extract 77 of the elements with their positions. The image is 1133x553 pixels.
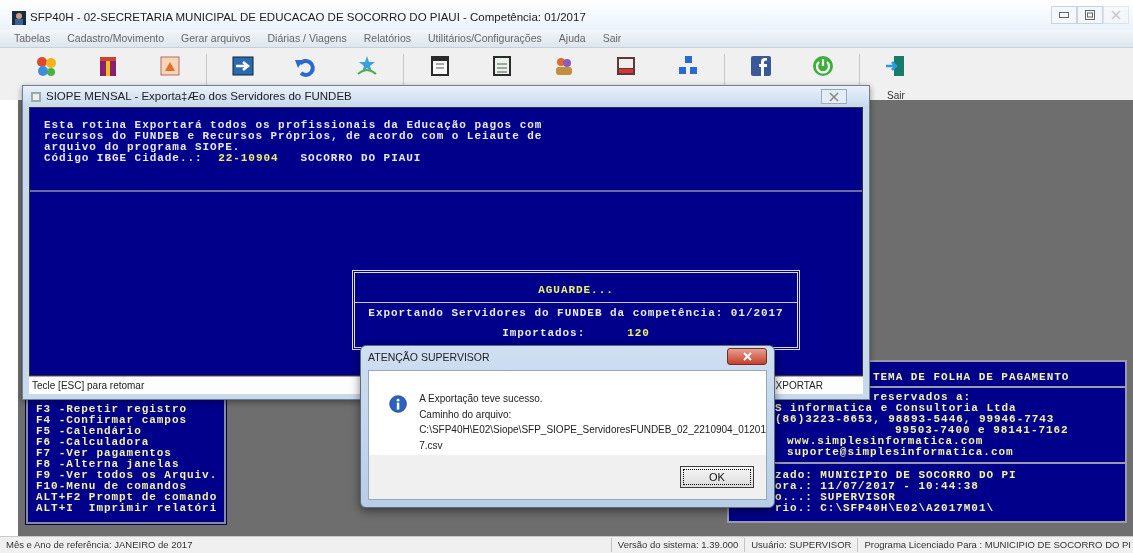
minimize-icon [1059, 12, 1069, 18]
maximize-icon [1085, 10, 1095, 20]
action-label: XPORTAR [775, 379, 823, 393]
menu-item[interactable]: Ajuda [558, 30, 586, 47]
window-icon [31, 91, 41, 102]
intro-text: arquivo do programa SIOPE. [44, 142, 242, 153]
message-text: 7.csv [419, 438, 444, 453]
maximize-button[interactable] [1077, 6, 1103, 24]
people-icon [34, 54, 58, 78]
ibge-label: Código IBGE Cidade..: [44, 153, 204, 164]
city-name: SOCORRO DO PIAUI [300, 153, 422, 164]
session-info-line: o...: SUPERVISOR [775, 492, 897, 503]
close-icon [829, 91, 839, 102]
menu-item[interactable]: Relatórios [363, 30, 411, 47]
intro-text: Esta rotina Exportará todos os profissionais da Educação pagos com [44, 120, 544, 131]
window-title: SFP40H - 02-SECRETARIA MUNICIPAL DE EDUCACAO DE SOCORRO DO PIAUI - Competência: 01/2017 [30, 10, 586, 26]
toolbar-button[interactable] [749, 54, 773, 78]
status-text: Versão do sistema: 1.39.000 [611, 537, 746, 553]
progress-title: AGUARDE... [538, 285, 614, 296]
panel-header: TEMA DE FOLHA DE PAGAMENTO [873, 372, 1071, 383]
company-info-line: suporte@simplesinformatica.com [786, 447, 1015, 458]
menu-item[interactable]: Diárias / Viagens [267, 30, 347, 47]
company-info-line: S informatica e Consultoria Ltda [775, 403, 1018, 414]
shortcut-line: F8 -Alterna janelas [36, 459, 181, 470]
menu-item[interactable]: Tabelas [14, 30, 51, 47]
shortcut-line: F5 -Calendário [36, 426, 143, 437]
message-text: A Exportação teve sucesso. [419, 392, 544, 406]
shortcut-line: ALT+I Imprimir relatóri [36, 503, 219, 514]
menu-item[interactable]: Gerar arquivos [181, 30, 251, 47]
star-icon [355, 54, 379, 78]
menu-item[interactable]: Sair [602, 30, 622, 47]
shortcut-line: F6 -Calculadora [36, 437, 151, 448]
shortcut-line: F9 -Ver todos os Arquiv. [36, 470, 219, 481]
session-info-line: zado: MUNICIPIO DE SOCORRO DO PI [775, 470, 1018, 481]
company-info-line: www.simplesinformatica.com [786, 436, 984, 447]
company-info-line: 99503-7400 e 98141-7162 [894, 425, 1070, 436]
menu-item[interactable]: Utilitários/Configurações [428, 30, 542, 47]
session-info-line: rio.: C:\SFP40H\E02\A2017M01\ [775, 503, 995, 514]
power-icon [811, 54, 835, 78]
close-icon [742, 352, 752, 361]
company-info-line: (86)3223-8653, 98893-5446, 99946-7743 [775, 414, 1056, 425]
progress-message: Exportando Servidores do FUNDEB da competência: 01/2017 [368, 308, 784, 319]
f-letter-icon [749, 54, 773, 78]
imported-count: 120 [627, 328, 650, 339]
message-text: C:\SFP40H\E02\Siope\SFP_SIOPE_ServidoresFUNDEB_02_2210904_01201 [419, 423, 766, 437]
calendar-icon [428, 54, 452, 78]
shortcut-line: F3 -Repetir registro [36, 404, 189, 415]
shortcut-line: F10-Menu de comandos [36, 481, 188, 492]
hint-text: Tecle [ESC] para retomar [32, 379, 145, 393]
status-text: Programa Licenciado Para : MUNICIPIO DE SOCORRO DO PI [863, 537, 1132, 552]
imported-label: Importados: [502, 328, 586, 339]
message-text: Caminho do arquivo: [419, 407, 513, 422]
toolbar-button[interactable] [231, 54, 255, 78]
export-window-title: SIOPE MENSAL - Exporta‡Æo dos Servidores do FUNDEB [46, 88, 352, 104]
app-icon [12, 11, 26, 25]
shortcut-line: F4 -Confirmar campos [36, 415, 189, 426]
shortcut-line: F7 -Ver pagamentos [36, 448, 172, 459]
company-info-line: reservados a: [872, 392, 973, 403]
toolbar-button[interactable] [428, 54, 452, 78]
intro-text: recursos do FUNDEB e Recursos Próprios, de acordo com o Leiaute de [44, 131, 544, 142]
dialog-title: ATENÇÃO SUPERVISOR [368, 350, 490, 366]
ibge-code: 22-10904 [218, 153, 279, 164]
close-button[interactable] [727, 348, 767, 365]
calculator-icon [490, 54, 514, 78]
picture-icon [158, 54, 182, 78]
exit-button[interactable]: Sair [884, 54, 908, 103]
status-text: Mês e Ano de referência: JANEIRO de 2017 [0, 537, 612, 553]
ok-button[interactable]: OK [680, 466, 754, 488]
drive-icon [614, 54, 638, 78]
minimize-button[interactable] [1051, 6, 1077, 24]
toolbar-button[interactable] [490, 54, 514, 78]
close-icon [1111, 10, 1121, 20]
shortcut-line: ALT+F2 Prompt de comando [36, 492, 219, 503]
toolbar-button[interactable] [614, 54, 638, 78]
menu-item[interactable]: Cadastro/Movimento [67, 30, 165, 47]
status-text: Usuário: SUPERVISOR [745, 537, 859, 553]
session-info-line: ora.: 11/07/2017 - 10:44:38 [775, 481, 980, 492]
